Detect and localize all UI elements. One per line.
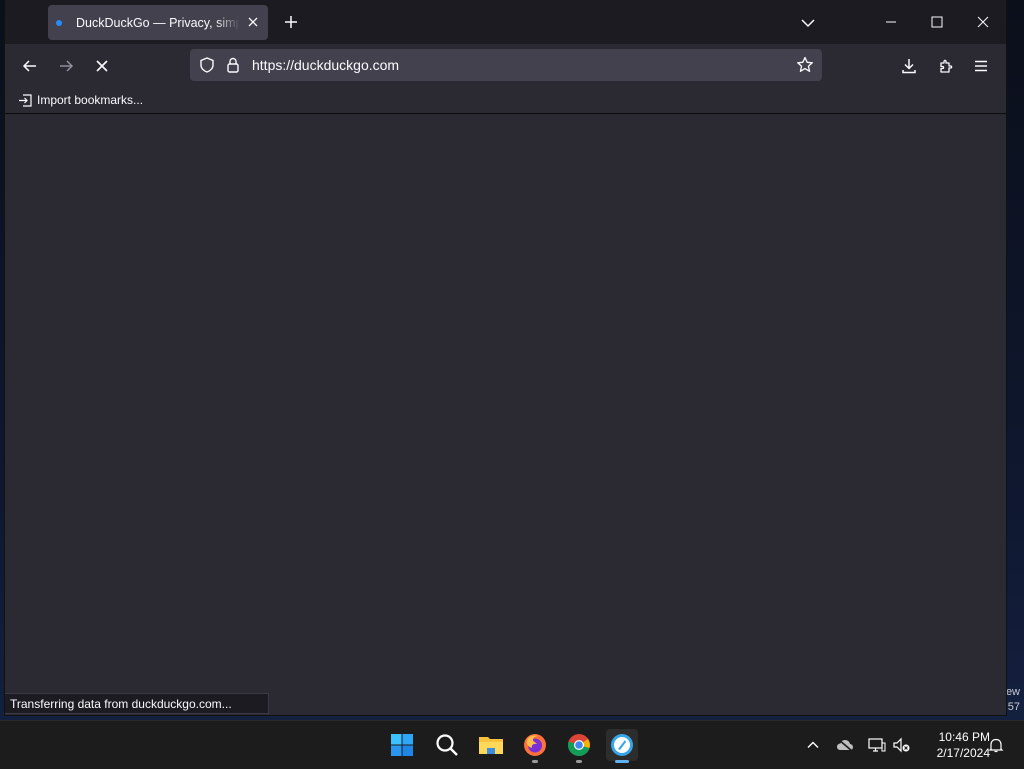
windows-logo-icon: [391, 734, 413, 756]
active-app-button[interactable]: [606, 729, 638, 763]
clock-date: 2/17/2024: [936, 746, 990, 760]
import-bookmarks-label: Import bookmarks...: [37, 93, 144, 107]
status-panel: Transferring data from duckduckgo.com...: [5, 693, 269, 714]
arrow-left-icon: [22, 60, 36, 72]
list-all-tabs-button[interactable]: [798, 13, 818, 33]
active-indicator: [615, 760, 629, 763]
search-button[interactable]: [431, 729, 463, 761]
firefox-icon: [524, 734, 546, 756]
maximize-button[interactable]: [925, 10, 949, 34]
volume-muted-icon: [893, 737, 910, 753]
desktop-edge-text-1: ew: [1005, 686, 1020, 698]
minimize-button[interactable]: [879, 10, 903, 34]
volume-button[interactable]: [892, 735, 912, 755]
import-bookmarks-button[interactable]: Import bookmarks...: [18, 91, 143, 109]
plus-icon: [285, 16, 297, 28]
lock-icon[interactable]: [226, 57, 240, 73]
import-icon: [19, 93, 32, 107]
clock-time: 10:46 PM: [938, 730, 990, 744]
running-indicator: [532, 760, 538, 763]
chevron-up-icon: [807, 741, 819, 748]
stop-icon: [96, 60, 108, 72]
close-icon: [248, 17, 258, 27]
address-bar[interactable]: https://duckduckgo.com: [190, 49, 822, 81]
file-explorer-button[interactable]: [475, 729, 507, 761]
extensions-button[interactable]: [934, 54, 958, 78]
chrome-icon: [567, 734, 590, 756]
url-text[interactable]: https://duckduckgo.com: [252, 57, 399, 73]
chrome-button[interactable]: [563, 729, 595, 763]
new-tab-button[interactable]: [281, 12, 301, 32]
application-menu-button[interactable]: [969, 54, 993, 78]
loading-favicon-icon: [56, 19, 62, 26]
page-content-area[interactable]: [5, 114, 1006, 715]
firefox-button[interactable]: [519, 729, 551, 763]
maximize-icon: [931, 16, 943, 28]
system-clock[interactable]: 10:46 PM 2/17/2024: [920, 729, 990, 761]
tab-close-button[interactable]: [244, 13, 262, 31]
close-window-button[interactable]: [971, 10, 995, 34]
browser-window: DuckDuckGo — Privacy, simplified.: [5, 0, 1006, 715]
onedrive-button[interactable]: [835, 735, 855, 755]
network-button[interactable]: [867, 735, 887, 755]
title-bar: DuckDuckGo — Privacy, simplified.: [5, 0, 1006, 44]
tracking-protection-shield-icon[interactable]: [199, 57, 215, 73]
stop-loading-button[interactable]: [90, 54, 114, 78]
network-icon: [868, 738, 886, 752]
bookmark-star-icon[interactable]: [796, 56, 814, 74]
downloads-button[interactable]: [897, 54, 921, 78]
download-icon: [902, 59, 916, 74]
tab-duckduckgo[interactable]: DuckDuckGo — Privacy, simplified.: [48, 5, 268, 40]
arrow-right-icon: [60, 60, 74, 72]
navigation-toolbar: https://duckduckgo.com: [5, 44, 1006, 88]
notifications-button[interactable]: [986, 735, 1006, 755]
back-button[interactable]: [18, 54, 42, 78]
minimize-icon: [886, 21, 896, 23]
cloud-offline-icon: [837, 738, 853, 752]
forward-button[interactable]: [54, 54, 78, 78]
running-indicator: [576, 760, 582, 763]
search-icon: [436, 734, 458, 756]
show-hidden-icons-button[interactable]: [803, 735, 823, 755]
hamburger-menu-icon: [975, 60, 987, 72]
bell-icon: [988, 738, 1004, 753]
app-logo-icon: [611, 734, 633, 756]
start-button[interactable]: [386, 729, 418, 761]
folder-icon: [479, 737, 503, 754]
puzzle-icon: [940, 59, 953, 73]
taskbar: 10:46 PM 2/17/2024: [0, 720, 1024, 769]
desktop-edge-text-2: 57: [1007, 701, 1020, 713]
tab-title: DuckDuckGo — Privacy, simplified.: [76, 15, 240, 30]
chevron-down-icon: [801, 19, 815, 28]
close-icon: [977, 16, 989, 28]
bookmarks-toolbar: Import bookmarks...: [5, 88, 1006, 114]
